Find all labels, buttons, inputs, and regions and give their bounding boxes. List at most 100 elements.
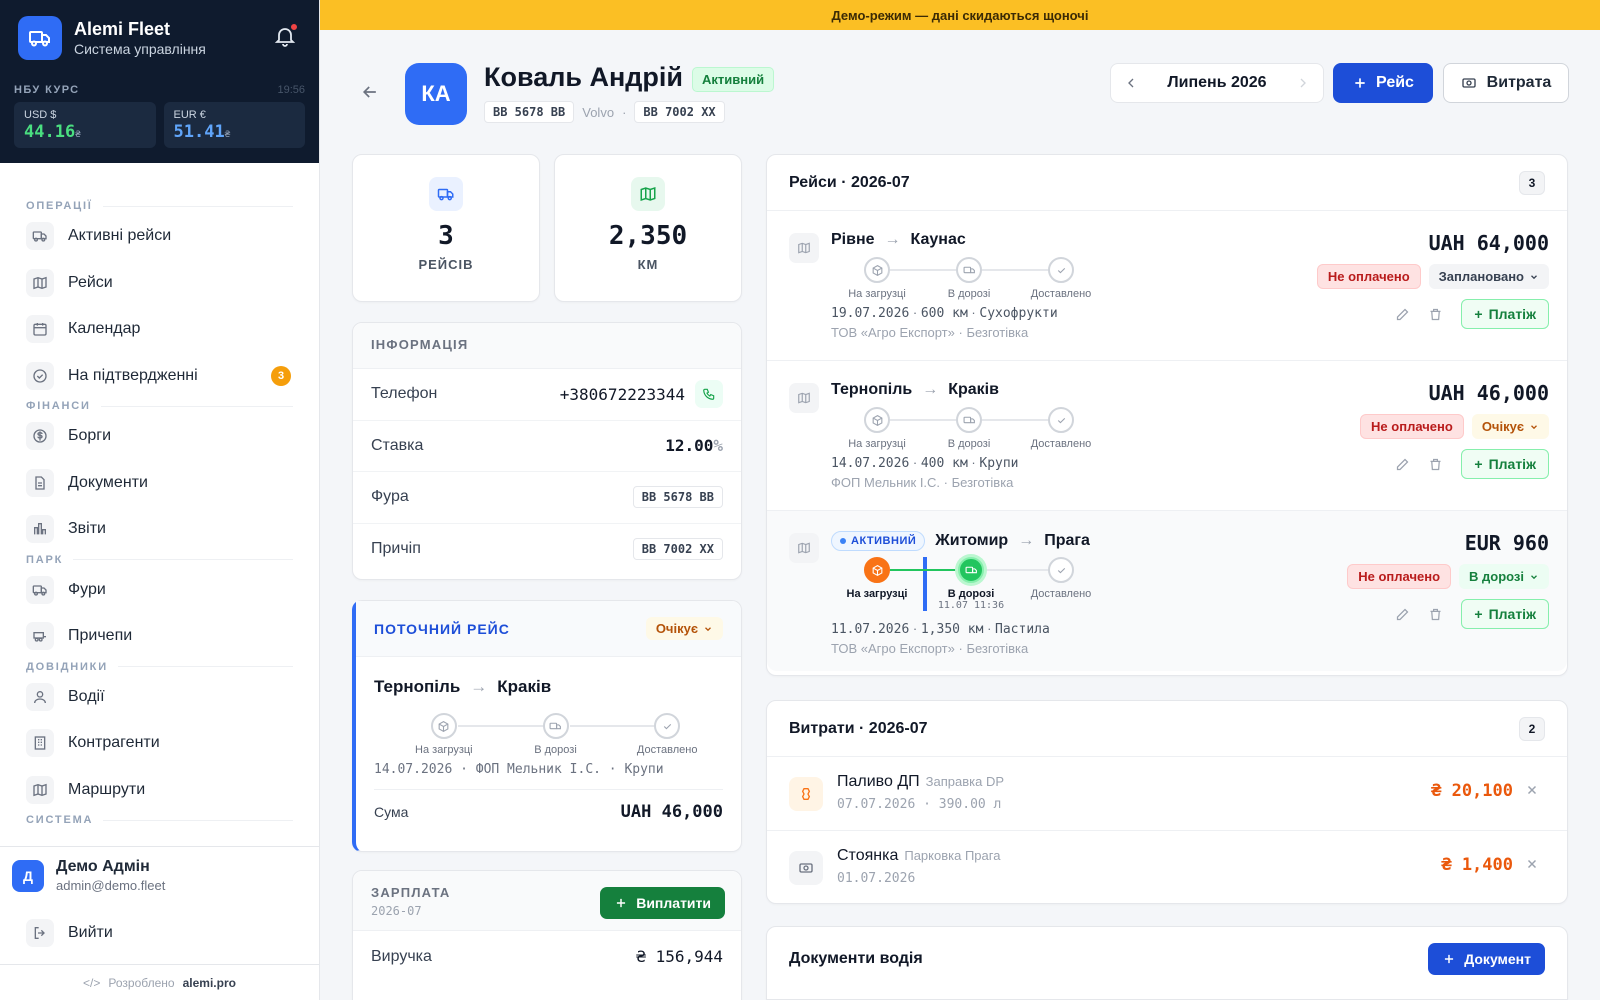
phone-icon[interactable]	[695, 380, 723, 409]
add-payment-button[interactable]: + Платіж	[1461, 599, 1549, 629]
edit-icon[interactable]	[1395, 607, 1410, 622]
sidebar-item-label: Рейси	[68, 273, 113, 291]
sidebar-item-contractors[interactable]: Контрагенти	[26, 720, 293, 767]
plus-icon	[1445, 954, 1454, 964]
sidebar-item-label: Фури	[68, 580, 106, 598]
close-icon[interactable]	[1525, 783, 1539, 797]
truck-brand: Volvo	[582, 104, 615, 120]
documents-card: Документи водія Документ	[766, 926, 1568, 1000]
add-payment-button[interactable]: + Платіж	[1461, 299, 1549, 329]
sidebar-item-drivers[interactable]: Водії	[26, 674, 293, 721]
step-on-road: В дорозі	[500, 713, 658, 756]
info-label: Телефон	[371, 385, 438, 403]
fuel-icon	[789, 777, 823, 811]
edit-icon[interactable]	[1395, 457, 1410, 472]
expense-title: Стоянка	[837, 847, 899, 864]
route-from: Тернопіль	[374, 677, 461, 696]
sidebar-item-calendar[interactable]: Календар	[26, 306, 293, 353]
trash-icon[interactable]	[1428, 307, 1443, 322]
add-expense-button[interactable]: Витрата	[1443, 63, 1569, 103]
expense-amount: ₴ 20,100	[1431, 781, 1513, 801]
check-circle-icon	[26, 361, 54, 390]
add-payment-button[interactable]: + Платіж	[1461, 449, 1549, 479]
sidebar: Alemi Fleet Система управління НБУ КУРС …	[0, 0, 320, 1000]
trip-statuses: Не оплачено В дорозі	[1347, 564, 1549, 589]
sidebar-item-active-trips[interactable]: Активні рейси	[26, 213, 293, 260]
logout-button[interactable]: Вийти	[26, 910, 113, 956]
rate-value: 12.00%	[665, 436, 723, 455]
close-icon[interactable]	[1525, 857, 1539, 871]
progress-steps: На загрузці В дорозі Доставлено	[831, 257, 1107, 300]
status-dropdown[interactable]: Очікує	[1471, 414, 1549, 439]
chevron-left-icon[interactable]	[1123, 75, 1139, 91]
arrow-left-icon	[362, 86, 376, 98]
trip-statuses: Не оплачено Очікує	[1360, 414, 1549, 439]
month-picker: Липень 2026	[1110, 63, 1324, 103]
trash-icon[interactable]	[1428, 607, 1443, 622]
step-label: В дорозі	[947, 438, 991, 450]
sidebar-item-debts[interactable]: Борги	[26, 413, 293, 460]
trip-actions: + Платіж	[1395, 449, 1549, 479]
sidebar-item-trucks[interactable]: Фури	[26, 567, 293, 614]
footer-link[interactable]: alemi.pro	[183, 976, 236, 990]
edit-icon[interactable]	[1395, 307, 1410, 322]
trailer-plate: BB 7002 XX	[634, 101, 725, 123]
payout-button[interactable]: Виплатити	[600, 887, 725, 919]
step-label: Доставлено	[1030, 588, 1092, 600]
sidebar-item-reports[interactable]: Звіти	[26, 506, 293, 553]
expense-date: 07.07.2026	[837, 797, 916, 812]
stat-label: КМ	[637, 257, 659, 272]
trip-meta: 14.07.2026 · ФОП Мельник І.С. · Крупи	[374, 762, 664, 777]
truck-plate[interactable]: BB 5678 BB	[632, 486, 723, 509]
step-label: Доставлено	[636, 744, 698, 756]
trip-cargo: Крупи	[979, 456, 1019, 471]
notifications-button[interactable]	[273, 22, 301, 52]
chevron-right-icon[interactable]	[1295, 75, 1311, 91]
sidebar-item-trailers[interactable]: Причепи	[26, 613, 293, 660]
step-connector	[986, 569, 1052, 571]
rate-usd: USD $ 44.16₴	[14, 102, 156, 148]
expense-name: Стоянка Парковка Прага	[837, 847, 1000, 865]
phone-number[interactable]: +380672223344	[560, 385, 685, 404]
expense-row[interactable]: Паливо ДП Заправка DP 07.07.2026 · 390.00…	[767, 757, 1567, 831]
sidebar-header: Alemi Fleet Система управління НБУ КУРС …	[0, 0, 319, 163]
route: Тернопіль → Краків	[831, 381, 999, 399]
parking-icon	[789, 851, 823, 885]
trip-row[interactable]: Тернопіль → Краків На загрузці В дорозі До…	[767, 361, 1567, 511]
plus-icon: +	[1474, 606, 1483, 622]
brand[interactable]: Alemi Fleet Система управління	[18, 16, 301, 60]
expense-row[interactable]: Стоянка Парковка Прага 01.07.2026 ₴ 1,400	[767, 831, 1567, 905]
truck-icon	[956, 257, 982, 283]
sidebar-item-trips[interactable]: Рейси	[26, 260, 293, 307]
trash-icon[interactable]	[1428, 457, 1443, 472]
current-trip-header: ПОТОЧНИЙ РЕЙС Очікує	[356, 601, 741, 657]
sidebar-item-pending[interactable]: На підтвердженні 3	[26, 353, 293, 400]
step-label: В дорозі	[947, 588, 995, 600]
status-dropdown[interactable]: Заплановано	[1428, 264, 1549, 289]
sidebar-item-documents[interactable]: Документи	[26, 460, 293, 507]
user-profile[interactable]: Д Демо Адмін admin@demo.fleet	[0, 846, 319, 904]
expense-date: 01.07.2026	[837, 871, 916, 886]
step-delivered: Доставлено	[611, 713, 723, 756]
sidebar-item-routes[interactable]: Маршрути	[26, 767, 293, 814]
add-trip-button[interactable]: Рейс	[1333, 63, 1433, 103]
rates-title: НБУ КУРС	[14, 84, 80, 96]
nav-section-title: ДОВІДНИКИ	[26, 660, 293, 674]
client-name: ТОВ «Агро Експорт»	[831, 325, 955, 340]
nav-section-title: СИСТЕМА	[26, 813, 293, 827]
trip-client: ФОП Мельник І.С. · Безготівка	[831, 475, 1014, 490]
stat-km: 2,350 КМ	[554, 154, 742, 302]
revenue-value: ₴ 156,944	[636, 947, 723, 967]
status-dropdown[interactable]: Очікує	[645, 617, 723, 640]
cash-icon	[1462, 78, 1476, 88]
trip-row[interactable]: АКТИВНИЙ Житомир → Прага На загрузці В дор…	[767, 511, 1567, 671]
trailer-plate[interactable]: BB 7002 XX	[632, 538, 723, 561]
back-button[interactable]	[360, 82, 380, 102]
rates-heading: НБУ КУРС 19:56	[14, 84, 305, 96]
status-dropdown[interactable]: В дорозі	[1459, 564, 1549, 589]
logout-label: Вийти	[68, 924, 113, 941]
rate-number: 44.16	[24, 122, 76, 142]
trip-row[interactable]: Рівне → Каунас На загрузці В дорозі Достав…	[767, 211, 1567, 361]
add-document-button[interactable]: Документ	[1428, 943, 1545, 975]
step-label: На загрузці	[415, 744, 473, 756]
